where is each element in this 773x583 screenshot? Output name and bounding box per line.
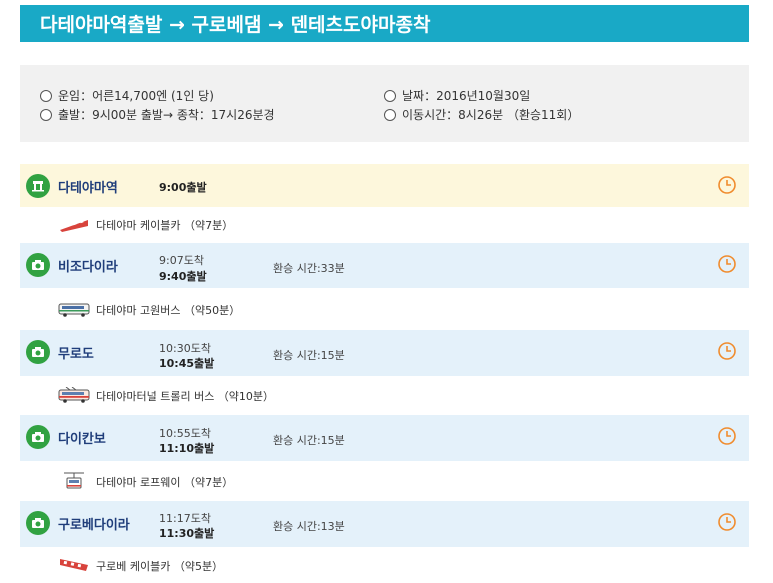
arrival-time: 10:55도착 — [159, 427, 211, 440]
transport-label: 구로베 케이블카 （약5분） — [96, 560, 224, 573]
station-row[interactable]: 비조다이라 9:07도착 9:40출발 환승 시간:33분 — [20, 243, 749, 288]
clock-icon[interactable] — [717, 512, 737, 532]
fare-info: 운임：어른14,700엔 (1인 당) — [40, 87, 214, 104]
cable-car-icon — [60, 219, 88, 232]
camera-icon — [26, 253, 50, 277]
station-name[interactable]: 다테야마역 — [58, 177, 118, 196]
transport-row: 다테야마 고원버스 （약50분） — [20, 288, 749, 330]
departure-time: 11:10출발 — [159, 442, 215, 455]
transfer-time: 환승 시간:15분 — [273, 434, 345, 447]
station-row[interactable]: 무로도 10:30도착 10:45출발 환승 시간:15분 — [20, 330, 749, 376]
date-info: 날짜：2016년10월30일 — [384, 87, 530, 104]
station-row[interactable]: 다이칸보 10:55도착 11:10출발 환승 시간:15분 — [20, 415, 749, 461]
route-title-bar: 다테야마역출발 → 구로베댐 → 덴테츠도야마종착 — [20, 5, 749, 42]
bus-icon — [58, 303, 90, 317]
clock-icon[interactable] — [717, 175, 737, 195]
route-summary: 운임：어른14,700엔 (1인 당) 날짜：2016년10월30일 출발：9시… — [20, 65, 749, 142]
clock-icon[interactable] — [717, 254, 737, 274]
cable-car-icon — [60, 559, 88, 571]
ropeway-icon — [64, 472, 84, 489]
bullet-circle-icon — [40, 89, 52, 102]
transport-row: 다테야마 케이블카 （약7분） — [20, 207, 749, 243]
transport-row: 구로베 케이블카 （약5분） — [20, 547, 749, 583]
trolley-bus-icon — [58, 387, 90, 403]
route-page: 다테야마역출발 → 구로베댐 → 덴테츠도야마종착 운임：어른14,700엔 (… — [0, 0, 773, 583]
transfer-time: 환승 시간:33분 — [273, 262, 345, 275]
camera-icon — [26, 425, 50, 449]
station-row[interactable]: 구로베다이라 11:17도착 11:30출발 환승 시간:13분 — [20, 501, 749, 547]
clock-icon[interactable] — [717, 341, 737, 361]
departure-time: 9:40출발 — [159, 270, 207, 283]
page-title: 다테야마역출발 → 구로베댐 → 덴테츠도야마종착 — [40, 14, 431, 36]
transport-row: 다테야마터널 트롤리 버스 （약10분） — [20, 376, 749, 415]
transport-label: 다테야마 고원버스 （약50분） — [96, 304, 241, 317]
bullet-circle-icon — [384, 108, 396, 121]
transfer-time: 환승 시간:15분 — [273, 349, 345, 362]
transport-label: 다테야마터널 트롤리 버스 （약10분） — [96, 390, 275, 403]
transfer-time: 환승 시간:13분 — [273, 520, 345, 533]
clock-icon[interactable] — [717, 426, 737, 446]
transport-label: 다테야마 케이블카 （약7분） — [96, 219, 234, 232]
departure-time: 9:00출발 — [159, 181, 207, 194]
bullet-circle-icon — [40, 108, 52, 121]
date-text: 날짜：2016년10월30일 — [402, 89, 531, 103]
camera-icon — [26, 511, 50, 535]
duration-info: 이동시간：8시26분 （환승11회） — [384, 106, 579, 123]
time-info: 출발：9시00분 출발→ 종착：17시26분경 — [40, 106, 275, 123]
fare-text: 운임：어른14,700엔 (1인 당) — [58, 89, 214, 103]
camera-icon — [26, 340, 50, 364]
station-name[interactable]: 무로도 — [58, 343, 94, 362]
station-name[interactable]: 비조다이라 — [58, 256, 118, 275]
bullet-circle-icon — [384, 89, 396, 102]
station-name[interactable]: 다이칸보 — [58, 428, 106, 447]
departure-time: 10:45출발 — [159, 357, 215, 370]
departure-time: 11:30출발 — [159, 527, 215, 540]
duration-text: 이동시간：8시26분 （환승11회） — [402, 108, 580, 122]
station-building-icon — [26, 174, 50, 198]
station-row[interactable]: 다테야마역 9:00출발 — [20, 164, 749, 207]
transport-row: 다테야마 로프웨이 （약7분） — [20, 461, 749, 501]
arrival-time: 11:17도착 — [159, 512, 211, 525]
arrival-time: 10:30도착 — [159, 342, 211, 355]
transport-label: 다테야마 로프웨이 （약7분） — [96, 476, 234, 489]
arrival-time: 9:07도착 — [159, 254, 204, 267]
station-name[interactable]: 구로베다이라 — [58, 514, 130, 533]
time-text: 출발：9시00분 출발→ 종착：17시26분경 — [58, 108, 275, 122]
